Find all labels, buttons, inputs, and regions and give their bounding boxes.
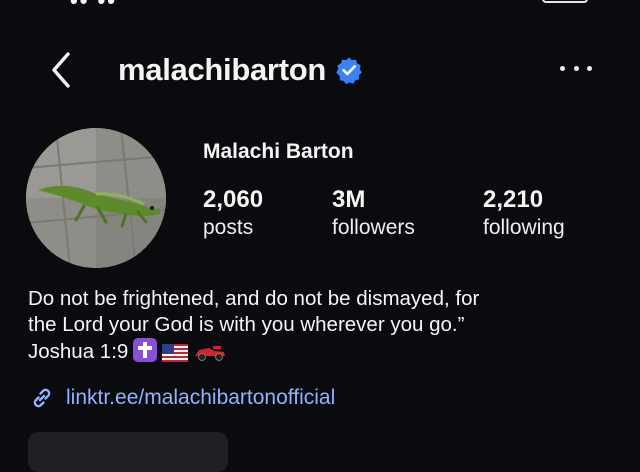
stat-following[interactable]: 2,210 following (483, 186, 565, 242)
stat-followers-count: 3M (332, 186, 366, 213)
profile-full-name: Malachi Barton (203, 140, 354, 163)
status-bar: •• •• (0, 0, 640, 14)
race-car-emoji-icon (195, 346, 226, 361)
latin-cross-emoji-icon (133, 338, 158, 362)
bio-line: the Lord your God is with you wherever y… (28, 313, 465, 336)
status-icons (448, 0, 588, 6)
stat-posts[interactable]: 2,060 posts (203, 186, 263, 242)
battery-icon (542, 0, 588, 3)
bio-line: Joshua 1:9 (28, 340, 129, 363)
us-flag-emoji-icon (162, 344, 189, 362)
profile-header: malachibarton (0, 40, 640, 100)
follow-button[interactable] (28, 432, 228, 472)
stat-followers-label: followers (332, 216, 415, 239)
stat-posts-count: 2,060 (203, 186, 264, 213)
chevron-left-icon (52, 52, 70, 88)
more-dot-icon (587, 65, 592, 71)
more-dot-icon (560, 65, 565, 71)
verified-badge-icon (336, 57, 362, 84)
stat-followers[interactable]: 3M followers (332, 186, 415, 242)
back-button[interactable] (44, 46, 80, 94)
bio-line: Do not be frightened, and do not be dism… (28, 287, 480, 310)
stat-following-count: 2,210 (483, 186, 544, 213)
stat-posts-label: posts (203, 216, 254, 239)
stat-following-label: following (483, 216, 565, 239)
profile-link[interactable]: linktr.ee/malachibartonofficial (28, 384, 335, 412)
link-icon (33, 388, 51, 408)
username: malachibarton (118, 52, 326, 87)
profile-avatar[interactable] (26, 128, 166, 268)
more-dot-icon (573, 65, 579, 71)
bio-line-last: Joshua 1:9 (28, 338, 618, 365)
more-options-button[interactable] (560, 58, 592, 78)
profile-bio: Do not be frightened, and do not be dism… (28, 286, 618, 365)
profile-link-text: linktr.ee/malachibartonofficial (66, 386, 336, 409)
username-title: malachibarton (118, 52, 363, 88)
status-time: •• •• (70, 0, 117, 13)
lizard-avatar-image (26, 128, 166, 268)
